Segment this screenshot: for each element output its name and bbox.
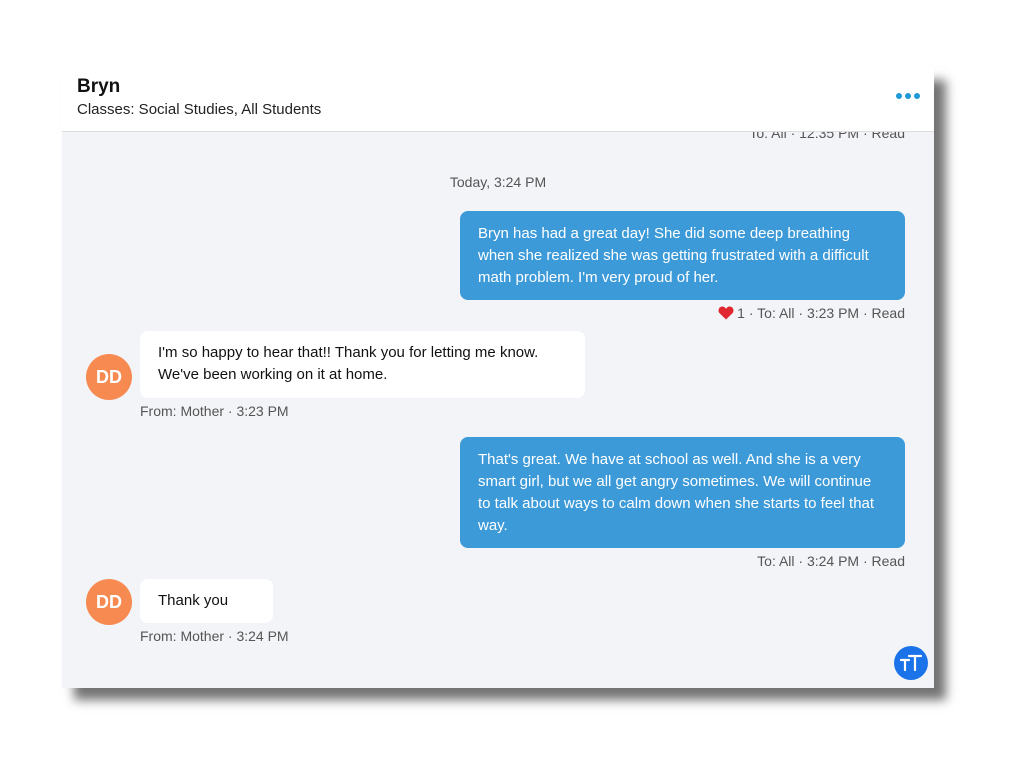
more-options-icon[interactable] [896,88,920,104]
heart-reaction-icon[interactable] [718,306,734,320]
message-meta: From: Mother · 3:23 PM [140,403,289,419]
avatar: DD [86,579,132,625]
incoming-message-bubble[interactable]: I'm so happy to hear that!! Thank you fo… [140,331,585,398]
conversation-header: Bryn Classes: Social Studies, All Studen… [62,68,934,132]
message-text: Thank you [158,592,229,609]
reaction-count: 1 [737,305,745,321]
avatar: DD [86,354,132,400]
message-text: I'm so happy to hear that!! Thank you fo… [158,344,539,383]
message-meta-text: · To: All · 3:23 PM · Read [748,305,905,321]
message-meta: From: Mother · 3:24 PM [140,628,289,644]
message-text: That's great. We have at school as well.… [478,451,875,534]
message-meta: 1 · To: All · 3:23 PM · Read [718,305,905,321]
student-classes: Classes: Social Studies, All Students [77,101,322,118]
student-name: Bryn [77,76,121,97]
outgoing-message-bubble[interactable]: Bryn has had a great day! She did some d… [460,211,905,300]
day-separator: Today, 3:24 PM [449,174,547,190]
text-size-button[interactable] [894,646,928,680]
outgoing-message-bubble[interactable]: That's great. We have at school as well.… [460,437,905,548]
text-size-icon [900,654,922,672]
message-thread[interactable]: To: All · 12:35 PM · Read Today, 3:24 PM… [62,125,934,688]
message-meta: To: All · 3:24 PM · Read [757,553,905,569]
message-window: Bryn Classes: Social Studies, All Studen… [62,68,934,688]
message-text: Bryn has had a great day! She did some d… [478,225,869,286]
incoming-message-bubble[interactable]: Thank you [140,579,273,623]
